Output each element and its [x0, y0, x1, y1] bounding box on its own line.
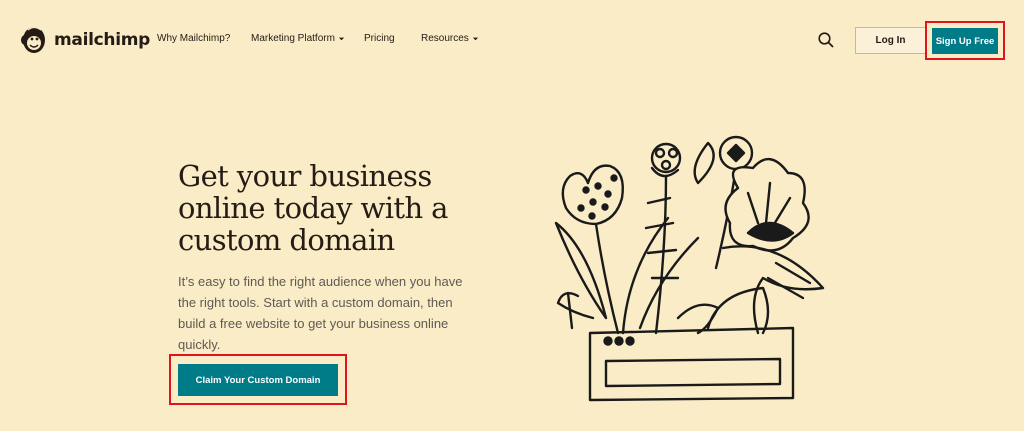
hero-title-line: custom domain — [178, 223, 395, 257]
nav-item-label: Resources — [421, 33, 469, 44]
hero-title-line: Get your business — [178, 159, 432, 193]
claim-domain-button[interactable]: Claim Your Custom Domain — [178, 364, 338, 396]
hero-title-line: online today with a — [178, 191, 448, 225]
freddie-monkey-icon — [21, 26, 45, 53]
site-header: mailchimp Why Mailchimp? Marketing Platf… — [0, 0, 1024, 80]
hero-description-line: quickly. — [178, 337, 221, 352]
hero-description-line: It’s easy to find the right audience whe… — [178, 274, 463, 289]
mailchimp-logo[interactable]: mailchimp — [20, 23, 150, 57]
hero-description-line: build a free website to get your busines… — [178, 316, 449, 331]
signup-highlight-box: Sign Up Free — [925, 21, 1005, 60]
nav-item-label: Marketing Platform — [251, 33, 335, 44]
cta-highlight-box: Claim Your Custom Domain — [169, 354, 347, 405]
login-button[interactable]: Log In — [855, 27, 926, 54]
nav-why-mailchimp[interactable]: Why Mailchimp? — [157, 33, 251, 44]
hero-title: Get your business online today with a cu… — [178, 160, 478, 256]
chevron-down-icon — [472, 37, 478, 41]
nav-item-label: Why Mailchimp? — [157, 33, 231, 44]
brand-name: mailchimp — [54, 30, 151, 50]
signup-button[interactable]: Sign Up Free — [932, 28, 998, 54]
main-nav: Why Mailchimp? Marketing Platform Pricin… — [157, 33, 479, 44]
nav-pricing[interactable]: Pricing — [364, 33, 421, 44]
flower-pot-illustration — [554, 135, 825, 402]
hero-description-line: the right tools. Start with a custom dom… — [178, 295, 453, 310]
nav-marketing-platform[interactable]: Marketing Platform — [251, 33, 364, 44]
nav-item-label: Pricing — [364, 33, 395, 44]
hero-description: It’s easy to find the right audience whe… — [178, 271, 500, 355]
chevron-down-icon — [338, 37, 345, 41]
search-icon[interactable] — [817, 31, 835, 49]
nav-resources[interactable]: Resources — [421, 33, 479, 44]
